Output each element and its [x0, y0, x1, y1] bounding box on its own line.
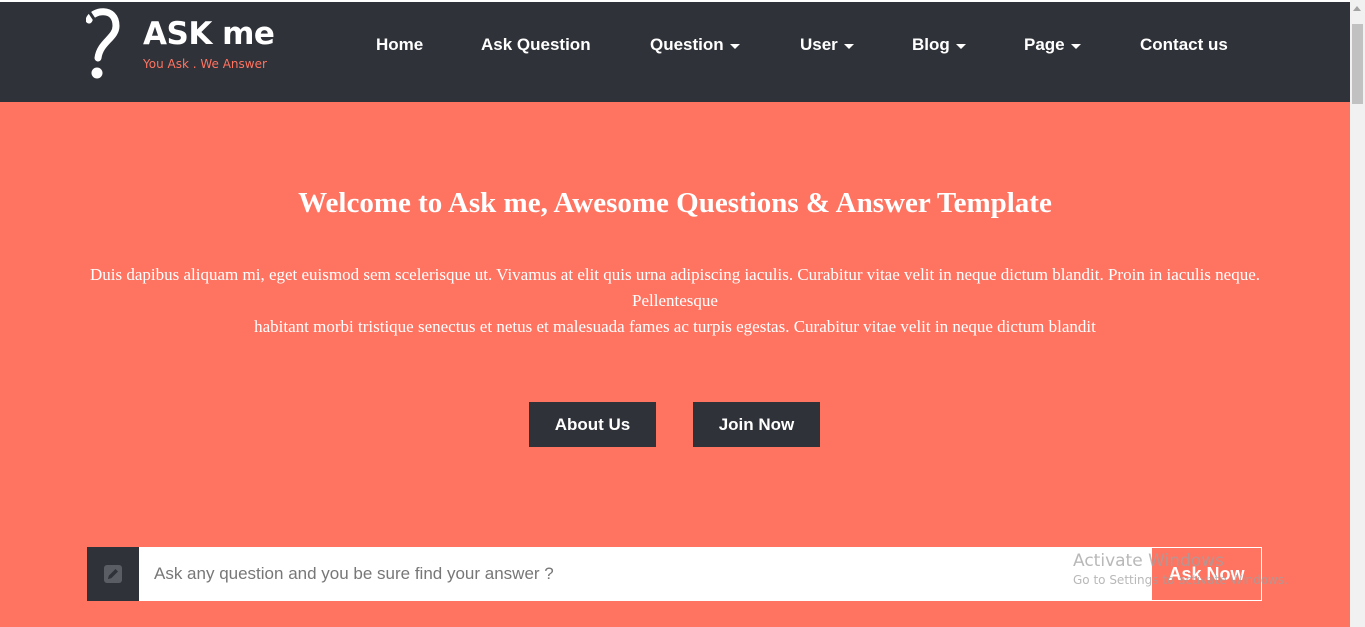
nav-blog[interactable]: Blog	[912, 33, 966, 57]
vertical-scrollbar[interactable]	[1350, 0, 1365, 627]
caret-down-icon	[1070, 43, 1081, 49]
caret-down-icon	[955, 43, 966, 49]
brand-tagline: You Ask . We Answer	[143, 57, 267, 71]
nav-question-label: Question	[650, 35, 724, 54]
brand-name: ASK me	[143, 16, 275, 52]
nav-ask-question-label: Ask Question	[481, 35, 591, 54]
join-now-button[interactable]: Join Now	[693, 402, 820, 447]
nav-home[interactable]: Home	[376, 33, 423, 57]
nav-blog-label: Blog	[912, 35, 950, 54]
nav-question[interactable]: Question	[650, 33, 740, 57]
scrollbar-thumb[interactable]	[1352, 24, 1363, 104]
hero-description-line-1: Duis dapibus aliquam mi, eget euismod se…	[89, 265, 1261, 310]
ask-question-input[interactable]	[139, 547, 1151, 601]
nav-ask-question[interactable]: Ask Question	[481, 33, 591, 57]
site-logo[interactable]: ASK me You Ask . We Answer	[86, 8, 286, 82]
scroll-up-arrow-icon[interactable]	[1353, 6, 1361, 11]
hero-title: Welcome to Ask me, Awesome Questions & A…	[298, 187, 1052, 219]
ask-icon-box	[87, 547, 139, 601]
nav-user-label: User	[800, 35, 838, 54]
pencil-icon	[104, 565, 122, 583]
hero-description: Duis dapibus aliquam mi, eget euismod se…	[80, 262, 1270, 340]
navbar: ASK me You Ask . We Answer Home Ask Ques…	[0, 2, 1350, 102]
nav-contact-us-label: Contact us	[1140, 35, 1228, 54]
nav-page-label: Page	[1024, 35, 1065, 54]
nav-home-label: Home	[376, 35, 424, 54]
question-mark-logo-icon	[86, 8, 120, 79]
caret-down-icon	[729, 43, 740, 49]
hero-description-line-2: habitant morbi tristique senectus et net…	[254, 317, 1096, 336]
caret-down-icon	[843, 43, 854, 49]
nav-contact-us[interactable]: Contact us	[1140, 33, 1228, 57]
nav-user[interactable]: User	[800, 33, 854, 57]
about-us-button[interactable]: About Us	[529, 402, 656, 447]
nav-page[interactable]: Page	[1024, 33, 1081, 57]
ask-now-button[interactable]: Ask Now	[1151, 547, 1262, 601]
ask-question-form: Ask Now	[87, 547, 1262, 601]
